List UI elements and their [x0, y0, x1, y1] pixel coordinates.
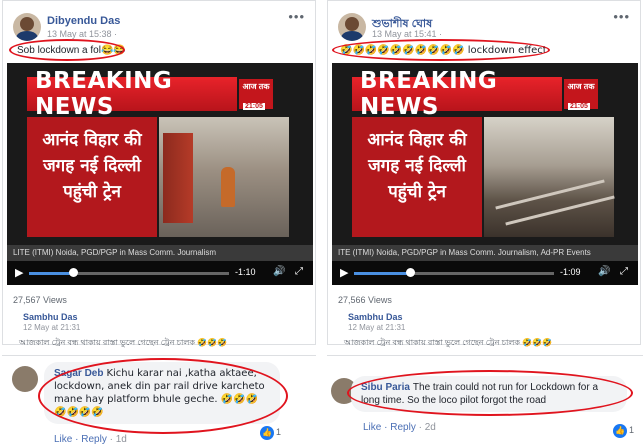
breaking-news-banner: BREAKING NEWS — [352, 68, 562, 120]
shared-post-text: আজকাল ট্রেন বন্ধ থাকায় রাস্তা ভুলে গেছে… — [344, 338, 553, 347]
shared-post-text: আজকাল ট্রেন বন্ধ থাকায় রাস্তা ভুলে গেছে… — [19, 338, 228, 347]
shared-post-date[interactable]: 12 May at 21:31 — [348, 323, 405, 332]
channel-clock: 21:05 — [243, 103, 265, 110]
video-scrubber-knob[interactable] — [406, 268, 415, 277]
video-time: -1:09 — [560, 267, 581, 277]
comment-actions: Like · Reply · 2d — [363, 422, 436, 433]
highlight-ellipse — [347, 370, 633, 416]
comment-card-left: Sagar Deb Kichu karar nai ,katha aktaee, … — [2, 355, 316, 448]
post-author[interactable]: Dibyendu Das — [47, 15, 120, 27]
comment-age: · 1d — [109, 434, 127, 445]
post-date[interactable]: 13 May at 15:41 · — [372, 29, 442, 39]
highlight-ellipse — [332, 39, 550, 61]
like-icon[interactable]: 👍 — [260, 426, 274, 440]
comment-age: · 2d — [418, 422, 436, 433]
view-count: 27,566 Views — [338, 295, 392, 305]
train-shape — [163, 133, 193, 223]
fullscreen-icon[interactable]: ⤢ — [295, 266, 303, 277]
rail-track-shape — [495, 179, 605, 210]
play-icon[interactable]: ▶ — [15, 266, 23, 279]
headline-text: आनंद विहार की जगह नई दिल्ली पहुंची ट्रेन — [352, 117, 482, 237]
volume-icon[interactable]: 🔊 — [598, 266, 610, 277]
shared-post-date[interactable]: 12 May at 21:31 — [23, 323, 80, 332]
video-scrubber-knob[interactable] — [69, 268, 78, 277]
author-avatar[interactable] — [338, 13, 366, 41]
comment-card-right: Sibu Paria The train could not run for Lo… — [327, 355, 643, 448]
author-avatar[interactable] — [13, 13, 41, 41]
reply-link[interactable]: Reply — [81, 434, 107, 445]
post-card-left: Dibyendu Das 13 May at 15:38 · ••• Sob l… — [2, 0, 316, 347]
person-shape — [221, 167, 235, 207]
shared-post-author[interactable]: Sambhu Das — [23, 312, 78, 322]
video-progress-bar[interactable] — [354, 272, 554, 275]
video-player[interactable]: BREAKING NEWS आज तक 21:05 आनंद विहार की … — [7, 63, 313, 285]
video-progress-fill — [29, 272, 73, 275]
reaction-count: 1 — [629, 425, 635, 435]
like-link[interactable]: Like — [54, 434, 72, 445]
commenter-avatar[interactable] — [12, 366, 38, 392]
video-scene — [484, 117, 615, 237]
like-link[interactable]: Like — [363, 422, 381, 433]
comment-actions: Like · Reply · 1d — [54, 434, 127, 445]
news-ticker: LITE (ITMI) Noida, PGD/PGP in Mass Comm.… — [7, 245, 313, 261]
news-ticker: ITE (ITMI) Noida, PGD/PGP in Mass Comm. … — [332, 245, 638, 261]
video-progress-bar[interactable] — [29, 272, 229, 275]
post-options-icon[interactable]: ••• — [288, 9, 305, 24]
shared-post-author[interactable]: Sambhu Das — [348, 312, 403, 322]
video-controls: ▶ -1:10 🔊 ⤢ — [7, 261, 313, 285]
video-controls: ▶ -1:09 🔊 ⤢ — [332, 261, 638, 285]
video-time: -1:10 — [235, 267, 256, 277]
post-card-right: শুভাশীষ ঘোষ 13 May at 15:41 · ••• 🤣🤣🤣🤣🤣🤣… — [327, 0, 641, 347]
view-count: 27,567 Views — [13, 295, 67, 305]
post-date[interactable]: 13 May at 15:38 · — [47, 29, 117, 39]
reaction-count: 1 — [276, 427, 282, 437]
highlight-ellipse — [38, 358, 288, 434]
reply-link[interactable]: Reply — [390, 422, 416, 433]
highlight-ellipse — [9, 39, 125, 61]
breaking-news-banner: BREAKING NEWS — [27, 68, 237, 120]
video-progress-fill — [354, 272, 410, 275]
post-options-icon[interactable]: ••• — [613, 9, 630, 24]
fullscreen-icon[interactable]: ⤢ — [620, 266, 628, 277]
volume-icon[interactable]: 🔊 — [273, 266, 285, 277]
video-player[interactable]: BREAKING NEWS आज तक 21:05 आनंद विहार की … — [332, 63, 638, 285]
play-icon[interactable]: ▶ — [340, 266, 348, 279]
channel-clock: 21:05 — [568, 103, 590, 110]
headline-text: आनंद विहार की जगह नई दिल्ली पहुंची ट्रेन — [27, 117, 157, 237]
video-scene — [159, 117, 289, 237]
like-icon[interactable]: 👍 — [613, 424, 627, 438]
